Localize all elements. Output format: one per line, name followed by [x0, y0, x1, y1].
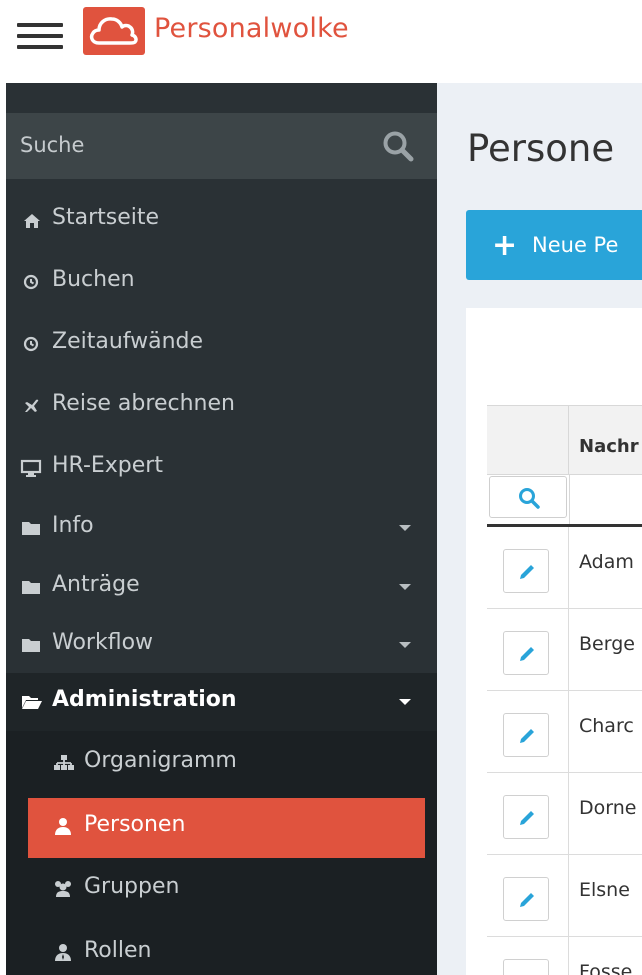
pencil-icon: [516, 971, 538, 975]
menu-bar: [17, 23, 63, 27]
table-row: Berge: [487, 609, 642, 691]
edit-button[interactable]: [503, 877, 549, 921]
sidebar-item-hr-expert[interactable]: HR-Expert: [6, 439, 437, 497]
new-person-button[interactable]: + Neue Pe: [466, 210, 642, 280]
search-icon[interactable]: [381, 129, 415, 163]
monitor-icon: [20, 459, 42, 477]
table-row: Charc: [487, 691, 642, 773]
edit-button[interactable]: [503, 959, 549, 975]
search-input[interactable]: Suche: [20, 133, 84, 157]
folder-icon: [22, 522, 40, 535]
search-icon: [519, 488, 540, 509]
sidebar-item-reise-abrechnen[interactable]: Reise abrechnen: [6, 377, 437, 435]
sidebar-search[interactable]: Suche: [6, 113, 437, 179]
table-row: Elsne: [487, 855, 642, 937]
actions-cell: [487, 691, 569, 772]
sidebar-subitem-organigramm[interactable]: Organigramm: [28, 734, 425, 794]
actions-cell: [487, 855, 569, 936]
person-name: Charc: [579, 715, 634, 737]
table-row: Dorne: [487, 773, 642, 855]
edit-button[interactable]: [503, 713, 549, 757]
chevron-down-icon: [399, 642, 411, 648]
person-name: Fosse: [579, 961, 633, 975]
sidebar-item-startseite[interactable]: Startseite: [6, 191, 437, 249]
plane-icon: [25, 399, 39, 412]
sidebar-item-label: Buchen: [52, 267, 135, 292]
sidebar-item-administration[interactable]: Administration: [6, 673, 437, 731]
sidebar-subitem-rollen[interactable]: Rollen: [28, 924, 425, 975]
sidebar-item-label: Personen: [84, 812, 186, 837]
actions-cell: [487, 773, 569, 854]
menu-bar: [17, 45, 63, 49]
top-header: Personalwolke: [0, 0, 642, 83]
folder-icon: [22, 581, 40, 594]
sidebar-item-label: Organigramm: [84, 748, 237, 773]
filter-row: [487, 475, 642, 527]
sidebar-subitem-gruppen[interactable]: Gruppen: [28, 860, 425, 920]
sidebar-item-label: Gruppen: [84, 874, 180, 899]
pencil-icon: [520, 647, 534, 661]
sidebar-item-label: Info: [52, 513, 94, 538]
page-title: Persone: [467, 127, 615, 170]
person-name: Elsne: [579, 879, 630, 901]
brand-name: Personalwolke: [154, 13, 349, 44]
clock-icon: [23, 274, 39, 290]
sidebar-item-antraege[interactable]: Anträge: [6, 558, 437, 616]
sidebar-item-label: HR-Expert: [52, 453, 163, 478]
sidebar-item-workflow[interactable]: Workflow: [6, 616, 437, 674]
clock-icon: [23, 336, 39, 352]
filter-search-button[interactable]: [489, 476, 567, 518]
sidebar-item-label: Reise abrechnen: [52, 391, 235, 416]
sidebar-item-buchen[interactable]: Buchen: [6, 253, 437, 311]
main-content: Persone + Neue Pe Nachr Adam Berge Charc…: [437, 83, 642, 975]
plus-icon: +: [492, 228, 518, 263]
actions-cell: [487, 527, 569, 608]
actions-cell: [487, 937, 569, 975]
pencil-icon: [520, 565, 534, 579]
sitemap-icon: [54, 755, 74, 770]
user-tie-icon: [55, 944, 71, 961]
sidebar-item-label: Zeitaufwände: [52, 329, 204, 354]
person-name: Adam: [579, 551, 634, 573]
sidebar-item-label: Anträge: [52, 572, 140, 597]
table-row: Fosse: [487, 937, 642, 975]
cloud-logo-icon: [83, 7, 145, 55]
edit-button[interactable]: [503, 631, 549, 675]
column-header-nachname[interactable]: Nachr: [579, 436, 639, 457]
sidebar-item-label: Rollen: [84, 938, 152, 963]
users-icon: [55, 881, 71, 897]
actions-cell: [487, 609, 569, 690]
menu-bar: [17, 34, 63, 38]
actions-column-header: [487, 406, 569, 475]
filter-divider: [569, 475, 570, 524]
edit-button[interactable]: [503, 549, 549, 593]
sidebar-subitem-personen[interactable]: Personen: [28, 798, 425, 858]
home-icon: [24, 214, 40, 228]
folder-icon: [22, 639, 40, 652]
chevron-down-icon: [399, 699, 411, 705]
person-name: Berge: [579, 633, 635, 655]
sidebar-item-label: Administration: [52, 687, 237, 712]
pencil-icon: [520, 729, 534, 743]
sidebar-item-info[interactable]: Info: [6, 499, 437, 557]
sidebar-item-zeitaufwaende[interactable]: Zeitaufwände: [6, 315, 437, 373]
pencil-icon: [520, 893, 534, 907]
pencil-icon: [520, 811, 534, 825]
user-icon: [55, 818, 71, 835]
person-name: Dorne: [579, 797, 637, 819]
new-person-button-label: Neue Pe: [532, 233, 619, 257]
table-row: Adam: [487, 527, 642, 609]
sidebar-item-label: Workflow: [52, 630, 154, 655]
table-header: Nachr: [487, 405, 642, 475]
folder-open-icon: [22, 696, 42, 709]
persons-panel: Nachr Adam Berge Charc Dorne Elsne Fosse: [466, 308, 642, 975]
sidebar-item-label: Startseite: [52, 205, 160, 230]
chevron-down-icon: [399, 584, 411, 590]
chevron-down-icon: [399, 525, 411, 531]
menu-toggle-icon[interactable]: [17, 23, 63, 49]
edit-button[interactable]: [503, 795, 549, 839]
sidebar: Suche Startseite Buchen Zeitaufwände Rei…: [6, 83, 437, 975]
